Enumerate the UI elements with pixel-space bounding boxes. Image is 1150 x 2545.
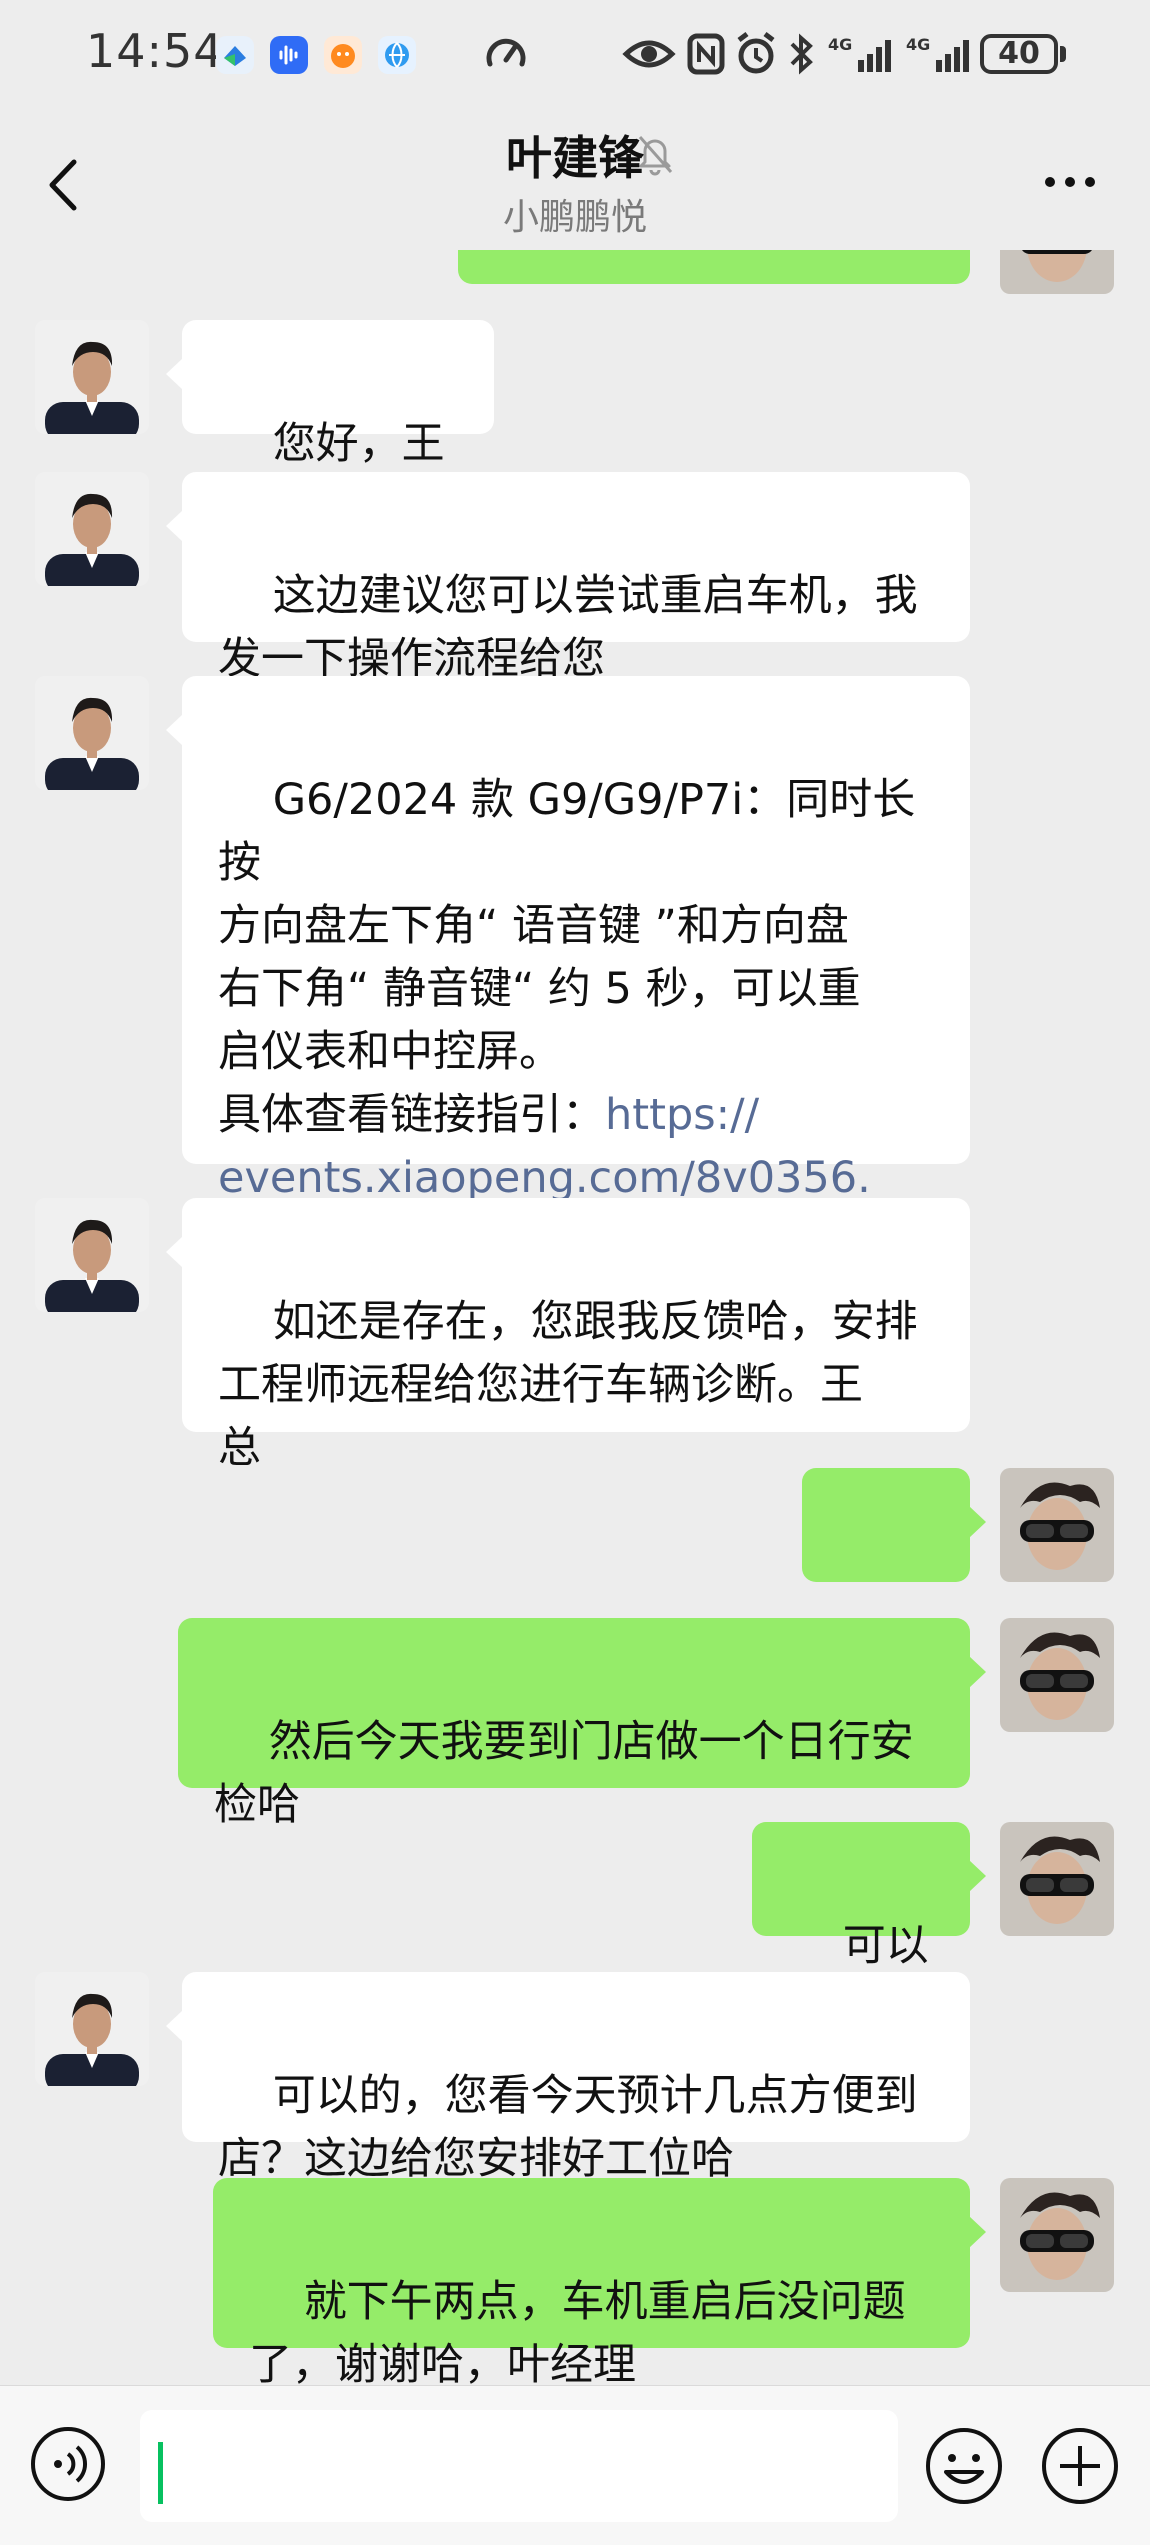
message-list[interactable]: 您好，王总 这边建议您可以尝试重启车机，我 发一下操作流程给您 G6/2024 …: [0, 250, 1150, 2385]
self-avatar[interactable]: [1000, 1618, 1114, 1732]
voice-recorder-app-icon: [270, 36, 308, 74]
message-text: 可以的，您看今天预计几点方便到 店？这边给您安排好工位哈: [218, 2071, 918, 2184]
alarm-icon: [734, 30, 778, 82]
voice-icon: [31, 2427, 105, 2501]
status-bar: 14:54 4G 4G 40: [0, 0, 1150, 112]
message-bubble-self[interactable]: 可以吗: [752, 1822, 986, 2034]
battery-tip: [1060, 46, 1066, 62]
chat-header: 叶建锋 小鹏鹏悦: [0, 112, 1150, 250]
voice-input-button[interactable]: [28, 2424, 108, 2504]
message-bubble-with-link[interactable]: G6/2024 款 G9/G9/P7i：同时长按 方向盘左下角“ 语音键 ”和方…: [166, 676, 970, 1266]
battery-level: 40: [980, 34, 1058, 74]
svg-text:4G: 4G: [828, 35, 852, 54]
message-bubble-self[interactable]: 好的: [802, 1468, 986, 1680]
contact-avatar[interactable]: [35, 320, 149, 434]
speed-test-icon: [482, 30, 530, 82]
message-text: G6/2024 款 G9/G9/P7i：同时长按 方向盘左下角“ 语音键 ”和方…: [218, 775, 916, 1140]
notification-app-icon: [216, 36, 254, 74]
emoji-button[interactable]: [922, 2424, 1006, 2508]
mute-icon: [635, 132, 675, 176]
browser-app-icon: [378, 36, 416, 74]
self-avatar[interactable]: [1000, 1822, 1114, 1936]
signal-1-icon: 4G: [826, 30, 898, 82]
self-avatar[interactable]: [1000, 1468, 1114, 1582]
signal-2-icon: 4G: [904, 30, 976, 82]
message-bubble-partial[interactable]: [458, 250, 970, 284]
message-text: 如还是存在，您跟我反馈哈，安排 工程师远程给您进行车辆诊断。王 总: [218, 1297, 918, 1473]
message-bubble[interactable]: 如还是存在，您跟我反馈哈，安排 工程师远程给您进行车辆诊断。王 总: [166, 1198, 970, 1473]
more-button[interactable]: [1040, 172, 1100, 192]
message-bubble-self[interactable]: 然后今天我要到门店做一个日行安 检哈: [178, 1618, 986, 1830]
chat-title-wrap: 叶建锋: [0, 122, 1150, 188]
input-bar: [0, 2385, 1150, 2545]
svg-text:4G: 4G: [906, 35, 930, 54]
more-icon: [1045, 177, 1095, 187]
plus-icon: [1042, 2428, 1118, 2504]
message-text: 这边建议您可以尝试重启车机，我 发一下操作流程给您: [218, 571, 918, 684]
message-bubble[interactable]: 您好，王总: [166, 320, 494, 532]
chat-subtitle: 小鹏鹏悦: [502, 197, 647, 238]
contact-avatar[interactable]: [35, 472, 149, 586]
contact-avatar[interactable]: [35, 1972, 149, 2086]
message-bubble[interactable]: 可以的，您看今天预计几点方便到 店？这边给您安排好工位哈: [166, 1972, 970, 2184]
nfc-icon: [686, 30, 726, 82]
contact-avatar[interactable]: [35, 1198, 149, 1312]
emoji-icon: [926, 2428, 1002, 2504]
message-input[interactable]: [140, 2410, 898, 2522]
self-avatar[interactable]: [1000, 2178, 1114, 2292]
eye-icon: [622, 30, 676, 82]
chat-title: 叶建锋: [506, 131, 644, 185]
status-time: 14:54: [86, 24, 224, 78]
more-actions-button[interactable]: [1038, 2424, 1122, 2508]
message-bubble[interactable]: 这边建议您可以尝试重启车机，我 发一下操作流程给您: [166, 472, 970, 684]
contact-avatar[interactable]: [35, 676, 149, 790]
shopping-app-icon: [324, 36, 362, 74]
message-text: 就下午两点，车机重启后没问题 了，谢谢哈，叶经理: [249, 2277, 906, 2385]
message-text: 然后今天我要到门店做一个日行安 检哈: [214, 1717, 914, 1830]
self-avatar[interactable]: [1000, 250, 1114, 294]
message-bubble-self[interactable]: 就下午两点，车机重启后没问题 了，谢谢哈，叶经理: [213, 2178, 986, 2385]
text-caret: [158, 2442, 163, 2504]
bluetooth-icon: [788, 30, 816, 82]
